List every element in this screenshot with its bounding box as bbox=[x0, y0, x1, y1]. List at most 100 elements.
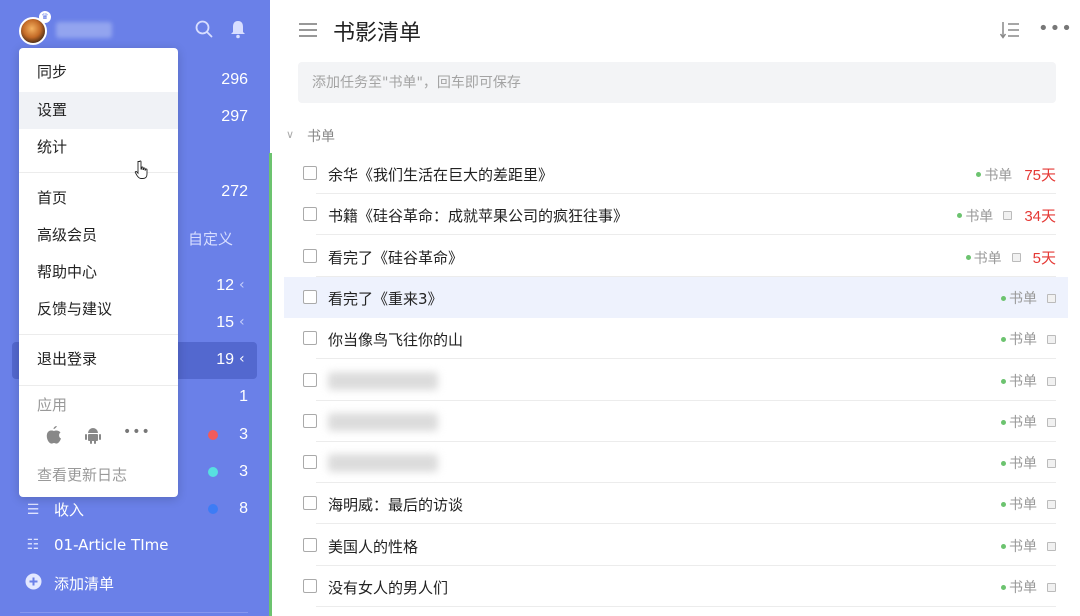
android-icon[interactable] bbox=[84, 425, 102, 445]
task-row[interactable]: 余华《我们生活在巨大的差距里》 书单 75天 bbox=[284, 153, 1068, 194]
task-due-date[interactable]: 75天 bbox=[1024, 164, 1056, 185]
chevron-left-icon[interactable]: ‹ bbox=[239, 277, 245, 293]
note-icon bbox=[1047, 582, 1056, 592]
task-list-tag: 书单 bbox=[973, 250, 1002, 267]
task-title[interactable]: 没有女人的男人们 bbox=[328, 577, 448, 598]
add-circle-icon bbox=[24, 573, 42, 594]
note-icon bbox=[1047, 417, 1056, 427]
task-checkbox[interactable] bbox=[303, 166, 317, 180]
task-row[interactable]: 美国人的性格 书单 bbox=[284, 525, 1068, 566]
task-title[interactable]: 美国人的性格 bbox=[328, 536, 418, 557]
task-row[interactable]: 海明威：最后的访谈 书单 bbox=[284, 483, 1068, 524]
task-title[interactable]: 海明威：最后的访谈 bbox=[328, 494, 463, 515]
task-title-blurred[interactable] bbox=[328, 454, 438, 472]
task-row[interactable]: 看完了《重来3》 书单 bbox=[284, 277, 1068, 318]
task-checkbox[interactable] bbox=[303, 455, 317, 469]
list-count: 1 bbox=[239, 388, 248, 405]
red-dot-icon bbox=[208, 430, 218, 440]
menu-item-stats[interactable]: 统计 bbox=[19, 129, 178, 166]
menu-item-home[interactable]: 首页 bbox=[19, 180, 178, 217]
menu-item-settings[interactable]: 设置 bbox=[19, 92, 178, 129]
list-dot-icon bbox=[1001, 419, 1006, 425]
sidebar-item-label: 01-Article TIme bbox=[54, 536, 169, 554]
task-list-tag: 书单 bbox=[1009, 580, 1037, 596]
sidebar-item-income[interactable]: ☰ 收入 bbox=[24, 499, 84, 520]
custom-label[interactable]: 自定义 bbox=[188, 228, 233, 249]
task-checkbox[interactable] bbox=[303, 538, 317, 552]
chevron-left-icon[interactable]: ‹ bbox=[239, 314, 245, 330]
apple-icon[interactable] bbox=[45, 425, 63, 445]
task-row[interactable]: 书单 bbox=[284, 401, 1068, 442]
add-task-input[interactable] bbox=[298, 62, 1056, 103]
count-next7: 297 bbox=[221, 108, 248, 125]
task-title[interactable]: 看完了《硅谷革命》 bbox=[328, 247, 463, 268]
task-due-date[interactable]: 34天 bbox=[1024, 205, 1056, 226]
task-list-tag: 书单 bbox=[965, 208, 994, 225]
note-icon bbox=[1047, 334, 1056, 344]
task-meta: 书单 bbox=[1001, 412, 1056, 432]
list-dot-icon bbox=[1001, 378, 1006, 384]
task-title[interactable]: 书籍《硅谷革命：成就苹果公司的疯狂往事》 bbox=[328, 205, 628, 226]
task-row[interactable]: 没有女人的男人们 书单 bbox=[284, 566, 1068, 607]
task-checkbox[interactable] bbox=[303, 414, 317, 428]
add-list-button[interactable]: 添加清单 bbox=[24, 573, 114, 594]
task-due-date[interactable]: 5天 bbox=[1033, 247, 1056, 268]
apps-label: 应用 bbox=[37, 396, 68, 414]
task-meta: 书单 bbox=[1001, 288, 1056, 308]
note-icon bbox=[1003, 211, 1013, 220]
sort-icon[interactable] bbox=[1000, 21, 1020, 39]
list-dot-icon bbox=[1001, 584, 1006, 590]
task-checkbox[interactable] bbox=[303, 579, 317, 593]
chevron-left-icon[interactable]: ‹ bbox=[239, 351, 245, 367]
list-icon: ☰ bbox=[26, 501, 40, 518]
sidebar-item-article-time[interactable]: ☷ 01-Article TIme bbox=[24, 536, 169, 554]
note-icon bbox=[1047, 458, 1056, 468]
task-row[interactable]: 你当像鸟飞往你的山 书单 bbox=[284, 318, 1068, 359]
bell-icon[interactable] bbox=[229, 19, 247, 39]
menu-item-feedback[interactable]: 反馈与建议 bbox=[19, 291, 178, 328]
task-checkbox[interactable] bbox=[303, 373, 317, 387]
task-checkbox[interactable] bbox=[303, 207, 317, 221]
task-title[interactable]: 看完了《重来3》 bbox=[328, 288, 443, 309]
changelog-link[interactable]: 查看更新日志 bbox=[37, 464, 127, 485]
task-title[interactable]: 你当像鸟飞往你的山 bbox=[328, 329, 463, 350]
list-dot-icon bbox=[1001, 501, 1006, 507]
task-checkbox[interactable] bbox=[303, 496, 317, 510]
more-icon[interactable]: ••• bbox=[123, 424, 151, 440]
task-row[interactable]: 书单 bbox=[284, 442, 1068, 483]
search-icon[interactable] bbox=[194, 19, 214, 39]
task-title-blurred[interactable] bbox=[328, 413, 438, 431]
divider bbox=[19, 172, 178, 173]
task-list-tag: 书单 bbox=[1009, 332, 1037, 348]
task-checkbox[interactable] bbox=[303, 249, 317, 263]
sidebar-item-label: 添加清单 bbox=[54, 575, 115, 593]
task-meta: 书单 5天 bbox=[965, 247, 1056, 268]
task-meta: 书单 bbox=[1001, 371, 1056, 391]
task-title[interactable]: 余华《我们生活在巨大的差距里》 bbox=[328, 164, 553, 185]
task-list-tag: 书单 bbox=[1009, 374, 1037, 390]
list-count: 3 bbox=[239, 463, 248, 480]
task-checkbox[interactable] bbox=[303, 290, 317, 304]
section-title[interactable]: 书单 bbox=[307, 126, 335, 146]
task-list-tag: 书单 bbox=[1009, 539, 1037, 555]
menu-item-sync[interactable]: 同步 bbox=[19, 54, 178, 91]
task-row[interactable]: 看完了《硅谷革命》 书单 5天 bbox=[284, 236, 1068, 277]
menu-item-logout[interactable]: 退出登录 bbox=[19, 341, 178, 378]
username-blurred bbox=[56, 22, 112, 38]
task-checkbox[interactable] bbox=[303, 331, 317, 345]
task-list-tag: 书单 bbox=[1009, 291, 1037, 307]
menu-item-help[interactable]: 帮助中心 bbox=[19, 254, 178, 291]
filter-list-icon: ☷ bbox=[26, 537, 40, 553]
menu-item-premium[interactable]: 高级会员 bbox=[19, 217, 178, 254]
task-list-tag: 书单 bbox=[984, 167, 1013, 184]
more-options-icon[interactable]: ••• bbox=[1038, 18, 1072, 39]
task-row[interactable]: 书籍《硅谷革命：成就苹果公司的疯狂往事》 书单 34天 bbox=[284, 194, 1068, 235]
list-dot-icon bbox=[1001, 460, 1006, 466]
note-icon bbox=[1047, 376, 1056, 386]
task-list-tag: 书单 bbox=[1009, 497, 1037, 513]
row-divider bbox=[316, 523, 1056, 524]
chevron-down-icon[interactable]: ∨ bbox=[286, 128, 294, 141]
hamburger-menu-icon[interactable] bbox=[299, 22, 317, 38]
task-title-blurred[interactable] bbox=[328, 372, 438, 390]
task-row[interactable]: 书单 bbox=[284, 360, 1068, 401]
